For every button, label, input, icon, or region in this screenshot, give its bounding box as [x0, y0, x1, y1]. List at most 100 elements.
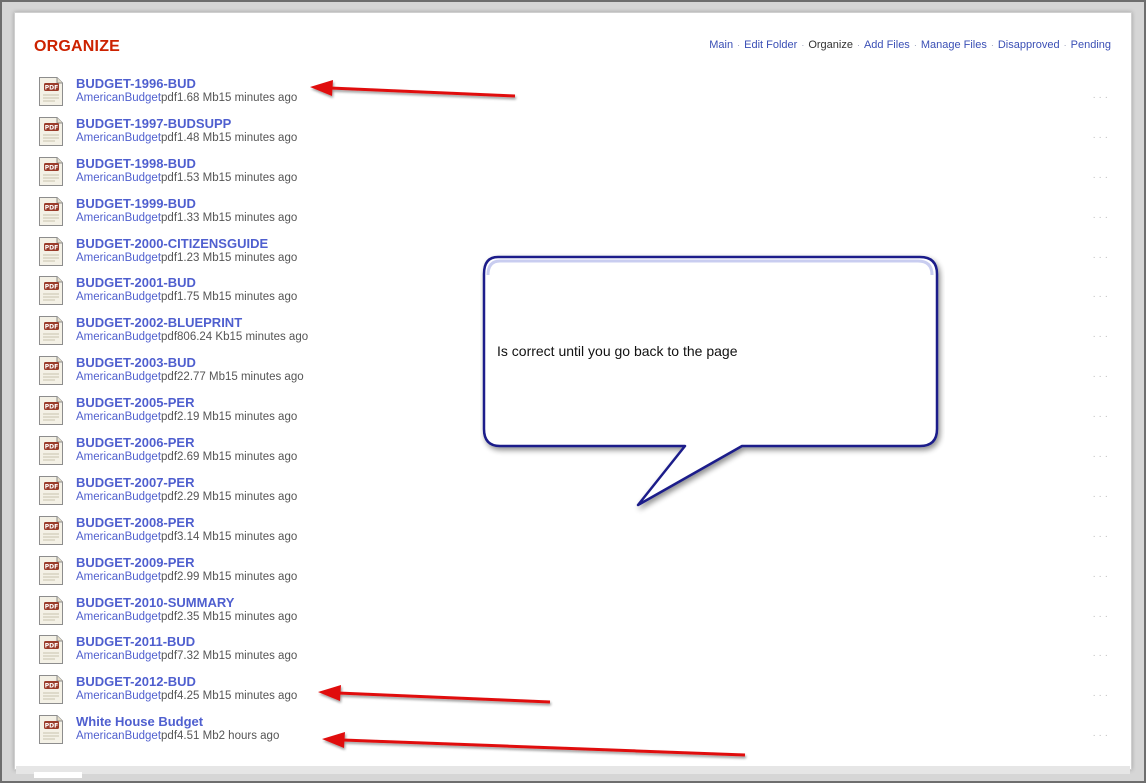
nav-separator: ·: [990, 40, 994, 50]
file-time: 15 minutes ago: [218, 211, 298, 224]
row-actions[interactable]: · · ·: [1092, 611, 1108, 622]
file-author-link[interactable]: AmericanBudget: [76, 371, 161, 383]
row-actions[interactable]: · · ·: [1092, 451, 1108, 462]
file-time: 15 minutes ago: [218, 650, 298, 663]
nav-edit-folder-link[interactable]: Edit Folder: [744, 39, 797, 51]
file-meta: AmericanBudgetpdf2.19 Mb15 minutes ago: [76, 411, 297, 423]
file-name-link[interactable]: BUDGET-1999-BUD: [76, 196, 196, 211]
file-name-link[interactable]: BUDGET-2009-PER: [76, 555, 194, 570]
file-author-link[interactable]: AmericanBudget: [76, 212, 161, 224]
file-author-link[interactable]: AmericanBudget: [76, 531, 161, 543]
file-type: pdf: [161, 211, 178, 224]
file-name-link[interactable]: BUDGET-2001-BUD: [76, 275, 196, 290]
file-author-link[interactable]: AmericanBudget: [76, 690, 161, 702]
file-size: 2.29 Mb: [177, 490, 219, 503]
file-meta: AmericanBudgetpdf7.32 Mb15 minutes ago: [76, 650, 297, 662]
file-author-link[interactable]: AmericanBudget: [76, 132, 161, 144]
pdf-file-icon: PDF: [39, 156, 63, 186]
file-type: pdf: [161, 730, 178, 743]
file-name-link[interactable]: White House Budget: [76, 714, 203, 729]
file-row[interactable]: PDF BUDGET-2010-SUMMARY AmericanBudgetpd…: [38, 594, 1108, 634]
file-meta: AmericanBudgetpdf2.69 Mb15 minutes ago: [76, 451, 297, 463]
file-name-link[interactable]: BUDGET-2000-CITIZENSGUIDE: [76, 236, 268, 251]
svg-text:PDF: PDF: [45, 523, 58, 530]
file-name-link[interactable]: BUDGET-2011-BUD: [76, 634, 195, 649]
file-author-link[interactable]: AmericanBudget: [76, 411, 161, 423]
file-type: pdf: [161, 411, 178, 424]
file-meta: AmericanBudgetpdf22.77 Mb15 minutes ago: [76, 371, 304, 383]
row-actions[interactable]: · · ·: [1092, 730, 1108, 741]
file-name-link[interactable]: BUDGET-2010-SUMMARY: [76, 595, 234, 610]
file-type: pdf: [161, 92, 178, 104]
file-row[interactable]: PDF BUDGET-1999-BUD AmericanBudgetpdf1.3…: [38, 195, 1108, 235]
nav-manage-files-link[interactable]: Manage Files: [921, 39, 987, 51]
file-name-link[interactable]: BUDGET-2003-BUD: [76, 355, 196, 370]
file-size: 4.51 Mb: [177, 730, 219, 743]
file-author-link[interactable]: AmericanBudget: [76, 172, 161, 184]
bottom-strip: [16, 766, 1130, 774]
nav-separator: ·: [913, 40, 917, 50]
file-row[interactable]: PDF BUDGET-2008-PER AmericanBudgetpdf3.1…: [38, 514, 1108, 554]
svg-text:PDF: PDF: [45, 204, 58, 211]
file-size: 3.14 Mb: [177, 530, 219, 543]
file-row[interactable]: PDF BUDGET-1997-BUDSUPP AmericanBudgetpd…: [38, 115, 1108, 155]
file-row[interactable]: PDF BUDGET-2009-PER AmericanBudgetpdf2.9…: [38, 554, 1108, 594]
file-name-link[interactable]: BUDGET-2007-PER: [76, 475, 194, 490]
file-meta: AmericanBudgetpdf1.53 Mb15 minutes ago: [76, 172, 297, 184]
row-actions[interactable]: · · ·: [1092, 531, 1108, 542]
row-actions[interactable]: · · ·: [1092, 690, 1108, 701]
file-meta: AmericanBudgetpdf1.75 Mb15 minutes ago: [76, 291, 297, 303]
row-actions[interactable]: · · ·: [1092, 172, 1108, 183]
nav-main-link[interactable]: Main: [709, 39, 733, 51]
file-time: 15 minutes ago: [218, 291, 298, 304]
row-actions[interactable]: · · ·: [1092, 252, 1108, 263]
nav-add-files-link[interactable]: Add Files: [864, 39, 910, 51]
file-row[interactable]: PDF BUDGET-1996-BUD AmericanBudgetpdf1.6…: [38, 75, 1108, 115]
file-author-link[interactable]: AmericanBudget: [76, 291, 161, 303]
file-type: pdf: [161, 251, 178, 264]
row-actions[interactable]: · · ·: [1092, 411, 1108, 422]
file-time: 15 minutes ago: [218, 411, 298, 424]
file-name-link[interactable]: BUDGET-1997-BUDSUPP: [76, 116, 231, 131]
row-actions[interactable]: · · ·: [1092, 132, 1108, 143]
file-name-link[interactable]: BUDGET-1996-BUD: [76, 76, 196, 91]
file-type: pdf: [161, 490, 178, 503]
file-author-link[interactable]: AmericanBudget: [76, 571, 161, 583]
file-meta: AmericanBudgetpdf2.29 Mb15 minutes ago: [76, 491, 297, 503]
row-actions[interactable]: · · ·: [1092, 212, 1108, 223]
row-actions[interactable]: · · ·: [1092, 491, 1108, 502]
file-row[interactable]: PDF BUDGET-2011-BUD AmericanBudgetpdf7.3…: [38, 633, 1108, 673]
row-actions[interactable]: · · ·: [1092, 571, 1108, 582]
pdf-file-icon: PDF: [39, 276, 63, 306]
file-size: 1.53 Mb: [177, 171, 219, 184]
file-name-link[interactable]: BUDGET-2008-PER: [76, 515, 194, 530]
row-actions[interactable]: · · ·: [1092, 92, 1108, 103]
file-author-link[interactable]: AmericanBudget: [76, 451, 161, 463]
file-author-link[interactable]: AmericanBudget: [76, 730, 161, 742]
row-actions[interactable]: · · ·: [1092, 291, 1108, 302]
file-name-link[interactable]: BUDGET-2006-PER: [76, 435, 194, 450]
file-time: 15 minutes ago: [218, 690, 298, 703]
file-row[interactable]: PDF White House Budget AmericanBudgetpdf…: [38, 713, 1108, 753]
file-name-link[interactable]: BUDGET-2005-PER: [76, 395, 194, 410]
file-name-link[interactable]: BUDGET-2002-BLUEPRINT: [76, 315, 242, 330]
file-name-link[interactable]: BUDGET-2012-BUD: [76, 674, 196, 689]
nav-pending-link[interactable]: Pending: [1071, 39, 1111, 51]
file-author-link[interactable]: AmericanBudget: [76, 92, 161, 104]
file-name-link[interactable]: BUDGET-1998-BUD: [76, 156, 196, 171]
file-size: 2.99 Mb: [177, 570, 219, 583]
pdf-file-icon: PDF: [39, 515, 63, 545]
file-author-link[interactable]: AmericanBudget: [76, 252, 161, 264]
nav-disapproved-link[interactable]: Disapproved: [998, 39, 1060, 51]
file-author-link[interactable]: AmericanBudget: [76, 491, 161, 503]
file-row[interactable]: PDF BUDGET-2012-BUD AmericanBudgetpdf4.2…: [38, 673, 1108, 713]
file-author-link[interactable]: AmericanBudget: [76, 611, 161, 623]
row-actions[interactable]: · · ·: [1092, 371, 1108, 382]
row-actions[interactable]: · · ·: [1092, 650, 1108, 661]
file-type: pdf: [161, 331, 178, 344]
file-author-link[interactable]: AmericanBudget: [76, 650, 161, 662]
file-meta: AmericanBudgetpdf3.14 Mb15 minutes ago: [76, 531, 297, 543]
file-row[interactable]: PDF BUDGET-1998-BUD AmericanBudgetpdf1.5…: [38, 155, 1108, 195]
row-actions[interactable]: · · ·: [1092, 331, 1108, 342]
file-author-link[interactable]: AmericanBudget: [76, 331, 161, 343]
